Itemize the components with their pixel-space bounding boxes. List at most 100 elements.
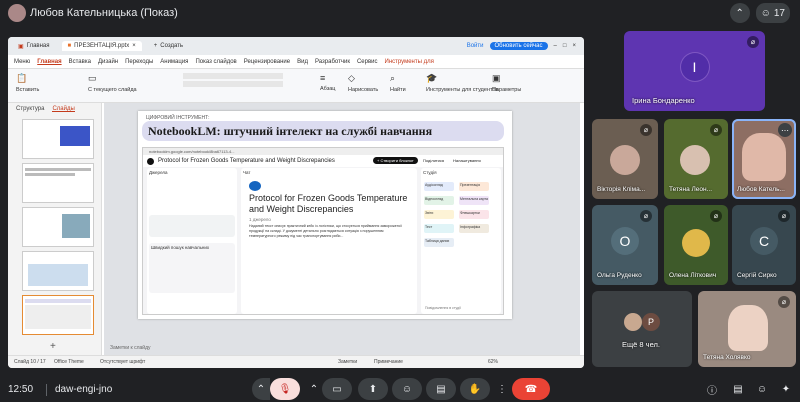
close-icon[interactable]: × [132,43,136,49]
more-options-icon[interactable]: ⋯ [778,123,792,137]
paste-group[interactable]: 📋 Вставить [16,73,39,93]
tab-slides[interactable]: Слайды [52,106,75,112]
studio-tile[interactable]: Ментальна карта [459,196,489,205]
add-slide-button[interactable]: + [50,341,56,352]
ribbon-tab-insert[interactable]: Вставка [69,59,91,65]
slide-thumbnail[interactable] [22,119,94,159]
slide-thumbnail[interactable] [22,207,94,247]
ribbon-tab-home[interactable]: Главная [37,59,61,65]
ribbon-tab-transitions[interactable]: Переходы [125,59,153,65]
studio-tile[interactable]: Презентація [459,182,489,191]
update-button[interactable]: Обновить сейчас [489,42,548,50]
slide-thumbnail[interactable] [22,163,94,203]
ribbon-tab-service[interactable]: Сервис [357,59,378,65]
people-icon[interactable]: ☺ [754,381,770,397]
find-group[interactable]: ⌕ Найти [390,73,406,93]
signin-link[interactable]: Войти [467,43,484,49]
participant-tile[interactable]: ⌀ Олена Літкович [664,205,728,285]
font-missing[interactable]: Отсутствует шрифт [100,359,145,365]
ribbon-tab-slideshow[interactable]: Показ слайдов [195,59,236,65]
info-icon[interactable]: ⓘ [704,381,720,397]
chat-icon[interactable]: ▤ [730,381,746,397]
tab-outline[interactable]: Структура [16,106,44,112]
nlm-settings[interactable]: Налаштування [453,158,481,163]
zoom-level[interactable]: 62% [488,359,498,365]
participant-video [728,305,768,351]
window-close-icon[interactable]: × [572,43,576,49]
participant-avatar: О [611,227,639,255]
studio-tile[interactable]: Тест [424,224,454,233]
mic-toggle-button[interactable]: 🎙 [270,378,300,400]
app-window-tabs: ▣ Главная ■ ПРЕЗЕНТАЦІЯ.pptx × + Создать Вой… [8,37,584,55]
studio-tile[interactable]: Флешкартки [459,210,489,219]
slide-notes[interactable]: Заметки к слайду [104,343,580,355]
shapes-icon: ◇ [348,73,355,83]
more-options-button[interactable]: ⋮ [494,378,510,400]
comment-toggle[interactable]: Примечание [374,359,403,365]
raise-hand-button[interactable]: ✋ [460,378,490,400]
studio-tile[interactable]: Відеоогляд [424,196,454,205]
current-slide[interactable]: ЦИФРОВИЙ ІНСТРУМЕНТ: NotebookLM: штучний… [138,111,512,319]
maximize-icon[interactable]: □ [563,43,567,49]
mic-options-button[interactable]: ⌃ [252,378,270,400]
student-tools-group[interactable]: 🎓 Инструменты для студентов [426,73,498,93]
participant-tile[interactable]: ⌀ Вікторія Кліма... [592,119,658,199]
participant-tile[interactable]: ⌀ Тетяна Леон... [664,119,728,199]
ribbon-tab-review[interactable]: Рецензирование [244,59,290,65]
ribbon-toolbar: 📋 Вставить ▭ С текущего слайда ≡ Абзац ◇ Нар… [8,69,584,103]
activities-icon[interactable]: ✦ [778,381,794,397]
font-group[interactable] [183,73,283,87]
slide-thumbnail[interactable] [22,251,94,291]
tab-home[interactable]: ▣ Главная [12,41,56,52]
nlm-studio-header: Студія [423,170,437,175]
slide-thumbnail-selected[interactable] [22,295,94,335]
tab-presentation[interactable]: ■ ПРЕЗЕНТАЦІЯ.pptx × [61,41,142,51]
ribbon-tab-tools[interactable]: Инструменты для [385,59,434,65]
participant-tile[interactable]: ⌀ Тетяна Холявко [698,291,796,367]
reactions-button[interactable]: ☺ [392,378,422,400]
nlm-share[interactable]: Поділитися [423,158,444,163]
participant-tile[interactable]: О ⌀ Ольга Руденко [592,205,658,285]
more-participants-label: Ещё 8 чел. [622,340,660,349]
studio-tile[interactable]: Звіти [424,210,454,219]
paragraph-group[interactable]: ≡ Абзац [320,73,335,92]
nlm-header: Protocol for Frozen Goods Temperature an… [143,155,503,167]
camera-options-button[interactable]: ⌃ [306,378,322,400]
studio-tile[interactable]: Аудіоогляд [424,182,454,191]
presenter-title: Любов Кательницька (Показ) [30,7,178,19]
nlm-source-card[interactable]: Швидкий пошук навчальних [149,243,235,293]
studio-tile[interactable]: Інфографіка [459,224,489,233]
ribbon-tab-animation[interactable]: Анимация [160,59,188,65]
shared-screen: ▣ Главная ■ ПРЕЗЕНТАЦІЯ.pptx × + Создать Вой… [8,37,584,368]
ribbon-tab-design[interactable]: Дизайн [98,59,118,65]
present-button[interactable]: ⬆ [358,378,388,400]
clock: 12:50 [8,384,34,395]
tab-create[interactable]: + Создать [148,41,189,51]
ribbon-tab-menu[interactable]: Меню [14,59,30,65]
draw-group[interactable]: ◇ Нарисовать [348,73,378,93]
end-call-button[interactable]: ☎ [512,378,550,400]
participant-name: Ольга Руденко [597,272,642,279]
participants-count-button[interactable]: ☺ 17 [755,3,790,23]
ribbon-tab-developer[interactable]: Разработчик [315,59,350,65]
chevron-up-icon[interactable]: ⌃ [729,3,750,23]
participant-tile-speaking[interactable]: ⋯ Любов Катель... [732,119,796,199]
studio-tile[interactable]: Таблиця даних [424,238,454,247]
hand-icon: ✋ [468,383,482,395]
minimize-icon[interactable]: – [554,43,557,49]
params-group[interactable]: ▣ Параметры [492,73,521,93]
participant-tile[interactable]: І ⌀ Ірина Бондаренко [624,31,765,111]
camera-toggle-button[interactable]: ▭ [322,378,352,400]
participant-video [680,145,710,175]
nlm-create-button[interactable]: + Створити блокнот [373,157,418,164]
phone-hangup-icon: ☎ [524,383,538,395]
slide-canvas: ЦИФРОВИЙ ІНСТРУМЕНТ: NotebookLM: штучний… [104,103,580,356]
ribbon-tab-view[interactable]: Вид [297,59,308,65]
captions-button[interactable]: ▤ [426,378,456,400]
notes-toggle[interactable]: Заметки [338,359,357,365]
participant-tile[interactable]: С ⌀ Сергій Сирко [732,205,796,285]
more-vert-icon: ⋮ [497,383,507,395]
layout-group[interactable]: ▭ С текущего слайда [88,73,137,93]
nlm-logo-icon [147,157,154,165]
more-participants-tile[interactable]: P Ещё 8 чел. [592,291,692,367]
